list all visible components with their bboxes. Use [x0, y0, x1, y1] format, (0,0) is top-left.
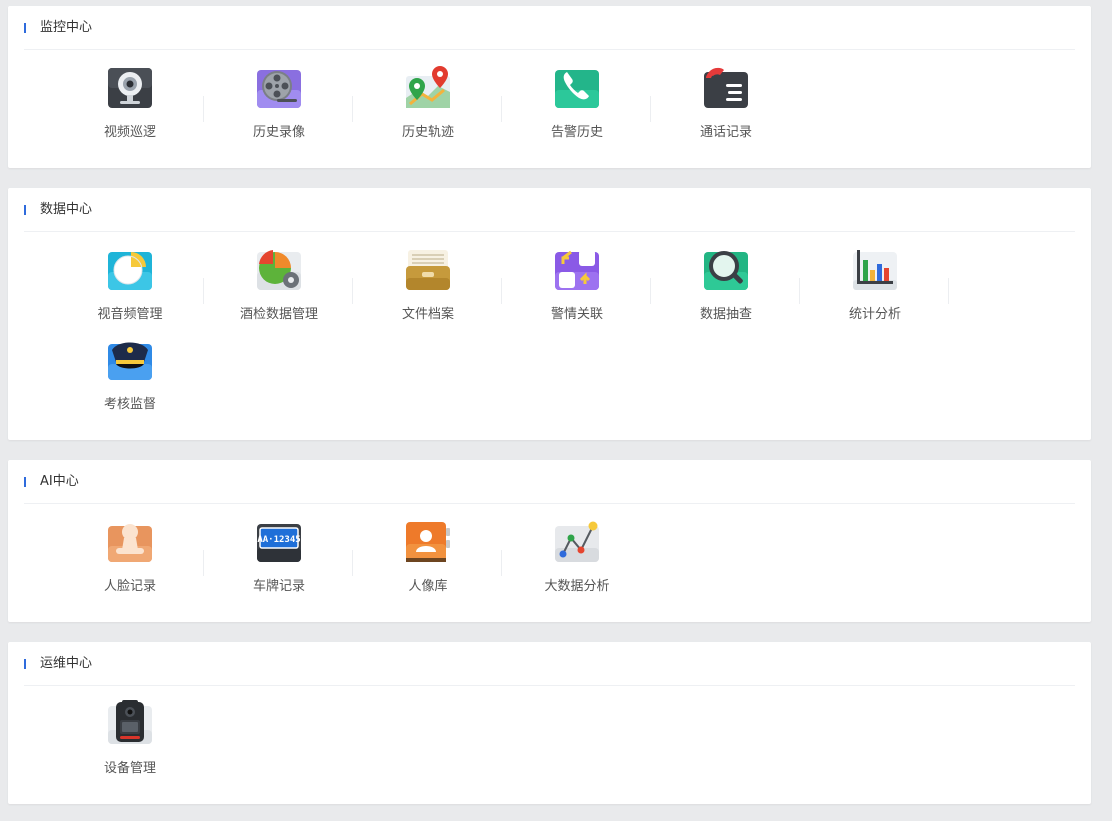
tile-label: 历史轨迹 — [401, 125, 454, 140]
pie-gear-icon — [255, 246, 303, 294]
tile-divider — [203, 550, 204, 576]
section-header: 运维中心 — [24, 642, 1075, 686]
tile-alarm-history[interactable]: 告警历史 — [503, 62, 651, 146]
tile-divider — [203, 278, 204, 304]
tile-label: 通话记录 — [699, 125, 752, 140]
section-accent-bar — [24, 659, 26, 669]
tile-divider — [352, 550, 353, 576]
tile-label: 警情关联 — [550, 307, 603, 322]
section-header: AI中心 — [24, 460, 1075, 504]
magnifier-icon — [702, 246, 750, 294]
tile-audio-video-management[interactable]: 视音频管理 — [56, 244, 204, 328]
tile-label: 设备管理 — [103, 761, 156, 776]
tile-alcohol-data-management[interactable]: 酒检数据管理 — [205, 244, 353, 328]
tile-big-data-analysis[interactable]: 大数据分析 — [503, 516, 651, 600]
app-root: 监控中心 视频巡逻 历史录像 历史轨迹 告警历史 通话记录 数据中心 视音频管理… — [0, 0, 1112, 821]
section-accent-bar — [24, 477, 26, 487]
bar-chart-icon — [851, 246, 899, 294]
tile-video-patrol[interactable]: 视频巡逻 — [56, 62, 204, 146]
contact-book-icon — [404, 518, 452, 566]
body-camera-icon — [106, 700, 154, 748]
section-header: 数据中心 — [24, 188, 1075, 232]
link-blocks-icon — [553, 246, 601, 294]
license-plate-icon: AA·12345 — [255, 518, 303, 566]
tile-incident-association[interactable]: 警情关联 — [503, 244, 651, 328]
tile-divider — [650, 278, 651, 304]
section-title: 监控中心 — [40, 20, 93, 35]
plate-text: AA·12345 — [257, 535, 300, 545]
face-stamp-icon — [106, 518, 154, 566]
tile-call-records[interactable]: 通话记录 — [652, 62, 800, 146]
tile-label: 车牌记录 — [252, 579, 305, 594]
tile-divider — [352, 96, 353, 122]
tile-label: 数据抽查 — [699, 307, 752, 322]
tile-history-track[interactable]: 历史轨迹 — [354, 62, 502, 146]
tile-divider — [650, 96, 651, 122]
tile-history-video[interactable]: 历史录像 — [205, 62, 353, 146]
tile-label: 统计分析 — [848, 307, 901, 322]
camera-icon — [106, 64, 154, 112]
tile-divider — [948, 278, 949, 304]
tile-label: 酒检数据管理 — [239, 307, 318, 322]
section-data: 数据中心 视音频管理 酒检数据管理 文件档案 警情关联 数据抽查 统计分析 考核… — [8, 188, 1091, 440]
tile-divider — [203, 96, 204, 122]
tile-label: 考核监督 — [103, 397, 156, 412]
pie-chart-icon — [106, 246, 154, 294]
tile-divider — [799, 278, 800, 304]
section-accent-bar — [24, 205, 26, 215]
tile-label: 人像库 — [408, 579, 448, 594]
section-title: 运维中心 — [40, 656, 93, 671]
tile-label: 视音频管理 — [97, 307, 163, 322]
file-box-icon — [404, 246, 452, 294]
tile-label: 文件档案 — [401, 307, 454, 322]
tile-label: 告警历史 — [550, 125, 603, 140]
tile-label: 视频巡逻 — [103, 125, 156, 140]
section-title: AI中心 — [40, 474, 79, 489]
tile-divider — [501, 278, 502, 304]
tile-label: 大数据分析 — [544, 579, 610, 594]
tile-device-management[interactable]: 设备管理 — [56, 698, 204, 782]
film-reel-icon — [255, 64, 303, 112]
tile-portrait-library[interactable]: 人像库 — [354, 516, 502, 600]
tile-face-records[interactable]: 人脸记录 — [56, 516, 204, 600]
section-ai: AI中心 人脸记录 AA·12345 车牌记录 人像库 大数据分析 — [8, 460, 1091, 622]
tile-file-archive[interactable]: 文件档案 — [354, 244, 502, 328]
tile-divider — [501, 96, 502, 122]
phone-icon — [553, 64, 601, 112]
section-header: 监控中心 — [24, 6, 1075, 50]
map-pin-icon — [404, 64, 452, 112]
police-cap-icon — [106, 336, 154, 384]
tile-divider — [501, 550, 502, 576]
tile-divider — [352, 278, 353, 304]
analysis-graph-icon — [553, 518, 601, 566]
section-monitoring: 监控中心 视频巡逻 历史录像 历史轨迹 告警历史 通话记录 — [8, 6, 1091, 168]
section-accent-bar — [24, 23, 26, 33]
tile-statistical-analysis[interactable]: 统计分析 — [801, 244, 949, 328]
tile-assessment-supervision[interactable]: 考核监督 — [56, 334, 204, 418]
call-log-icon — [702, 64, 750, 112]
tile-plate-records[interactable]: AA·12345 车牌记录 — [205, 516, 353, 600]
tile-label: 历史录像 — [252, 125, 305, 140]
tile-label: 人脸记录 — [103, 579, 156, 594]
section-title: 数据中心 — [40, 202, 93, 217]
tile-data-spot-check[interactable]: 数据抽查 — [652, 244, 800, 328]
section-operations: 运维中心 设备管理 — [8, 642, 1091, 804]
